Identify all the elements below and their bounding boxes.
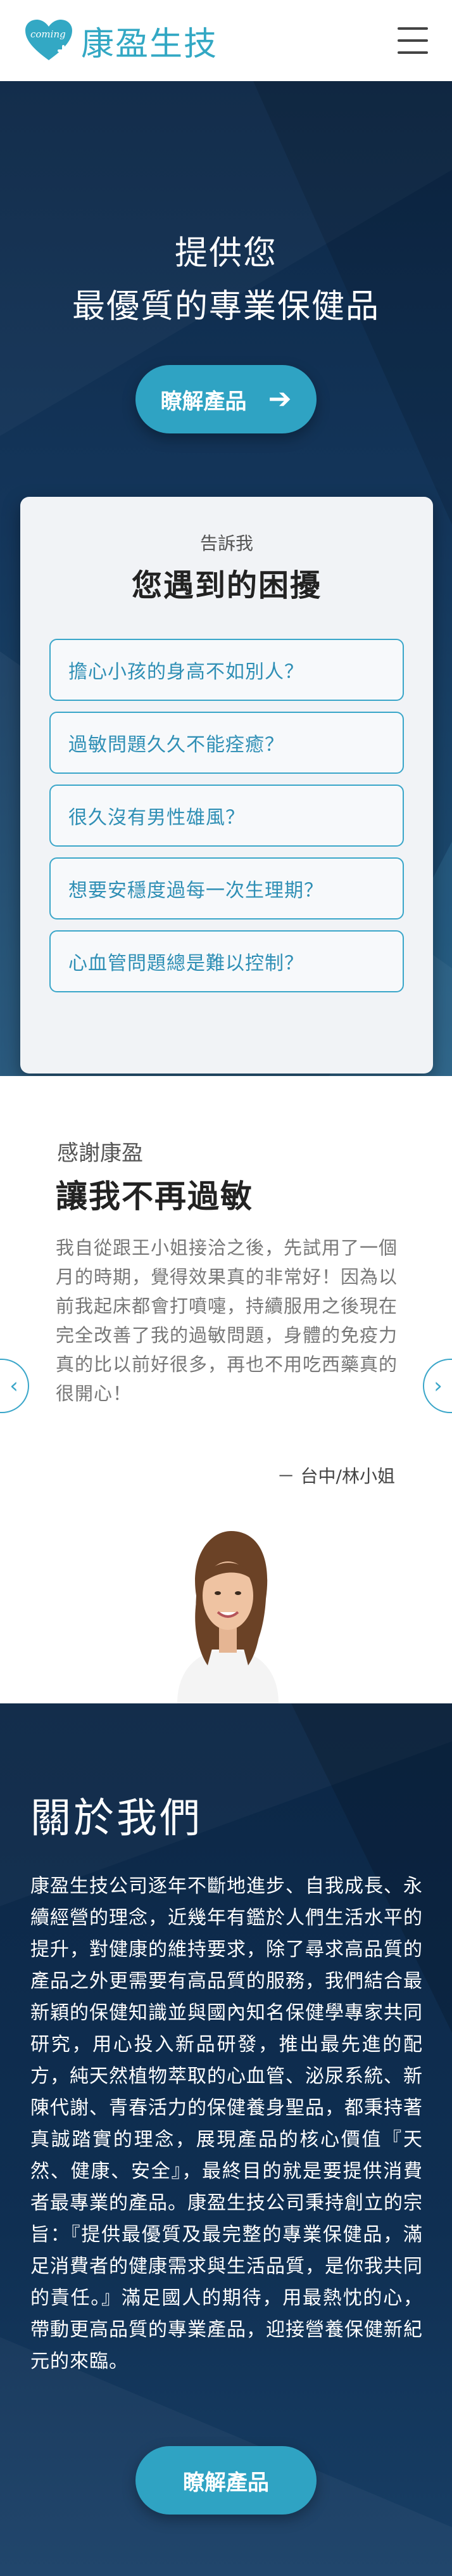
concern-item-height[interactable]: 擔心小孩的身高不如別人？ (49, 639, 404, 701)
concern-item-male-vigor[interactable]: 很久沒有男性雄風？ (49, 785, 404, 847)
about-body: 康盈生技公司逐年不斷地進步、自我成長、永續經營的理念，近幾年有鑑於人們生活水平的… (30, 1875, 423, 2373)
concern-item-cardiovascular[interactable]: 心血管問題總是難以控制？ (49, 930, 404, 992)
carousel-next-button[interactable]: › (423, 1359, 452, 1413)
hero-title-line-1: 提供您 (174, 234, 277, 272)
brand[interactable]: coming 康盈生技 (24, 17, 218, 65)
hamburger-menu-icon[interactable] (398, 27, 428, 54)
about-learn-products-button[interactable]: 瞭解產品 (135, 2446, 317, 2515)
customer-portrait (171, 1520, 285, 1703)
about-section: 關於我們 康盈生技公司逐年不斷地進步、自我成長、永續經營的理念，近幾年有鑑於人們… (0, 1703, 452, 2576)
site-header: coming 康盈生技 (0, 0, 452, 81)
heart-logo-icon: coming (24, 18, 73, 63)
testimonial-body: 我自從跟王小姐接洽之後，先試用了一個月的時期，覺得效果真的非常好！因為以前我起床… (56, 1237, 398, 1404)
testimonial-section: 感謝康盈 讓我不再過敏 我自從跟王小姐接洽之後，先試用了一個月的時期，覺得效果真… (0, 1076, 452, 1703)
learn-products-label: 瞭解產品 (160, 388, 247, 414)
hero-title-line-2: 最優質的專業保健品 (72, 288, 380, 326)
about-learn-products-label: 瞭解產品 (183, 2470, 269, 2496)
concern-item-allergy[interactable]: 過敏問題久久不能痊癒？ (49, 712, 404, 774)
carousel-prev-button[interactable]: ‹ (0, 1359, 29, 1413)
learn-products-button[interactable]: 瞭解產品 ➔ (135, 365, 317, 433)
concerns-heading: 您遇到的困擾 (131, 568, 322, 603)
concerns-kicker: 告訴我 (199, 533, 253, 554)
testimonial-kicker: 感謝康盈 (57, 1141, 143, 1166)
logo-script-text: coming (30, 29, 66, 40)
hero-section: 提供您 最優質的專業保健品 瞭解產品 ➔ 告訴我 您遇到的困擾 擔心小孩的身高不… (0, 81, 452, 1076)
concern-item-menstrual[interactable]: 想要安穩度過每一次生理期？ (49, 857, 404, 920)
about-title: 關於我們 (30, 1795, 203, 1842)
chevron-right-icon: › (434, 1373, 443, 1399)
brand-name: 康盈生技 (81, 25, 218, 63)
concerns-card: 告訴我 您遇到的困擾 擔心小孩的身高不如別人？ 過敏問題久久不能痊癒？ 很久沒有… (20, 497, 433, 1073)
concerns-list: 擔心小孩的身高不如別人？ 過敏問題久久不能痊癒？ 很久沒有男性雄風？ 想要安穩度… (49, 639, 404, 1003)
chevron-left-icon: ‹ (9, 1373, 18, 1399)
testimonial-author: － 台中/林小姐 (277, 1466, 395, 1487)
testimonial-title: 讓我不再過敏 (56, 1178, 253, 1215)
hero-title: 提供您 最優質的專業保健品 (0, 227, 452, 333)
arrow-right-icon: ➔ (268, 383, 292, 415)
